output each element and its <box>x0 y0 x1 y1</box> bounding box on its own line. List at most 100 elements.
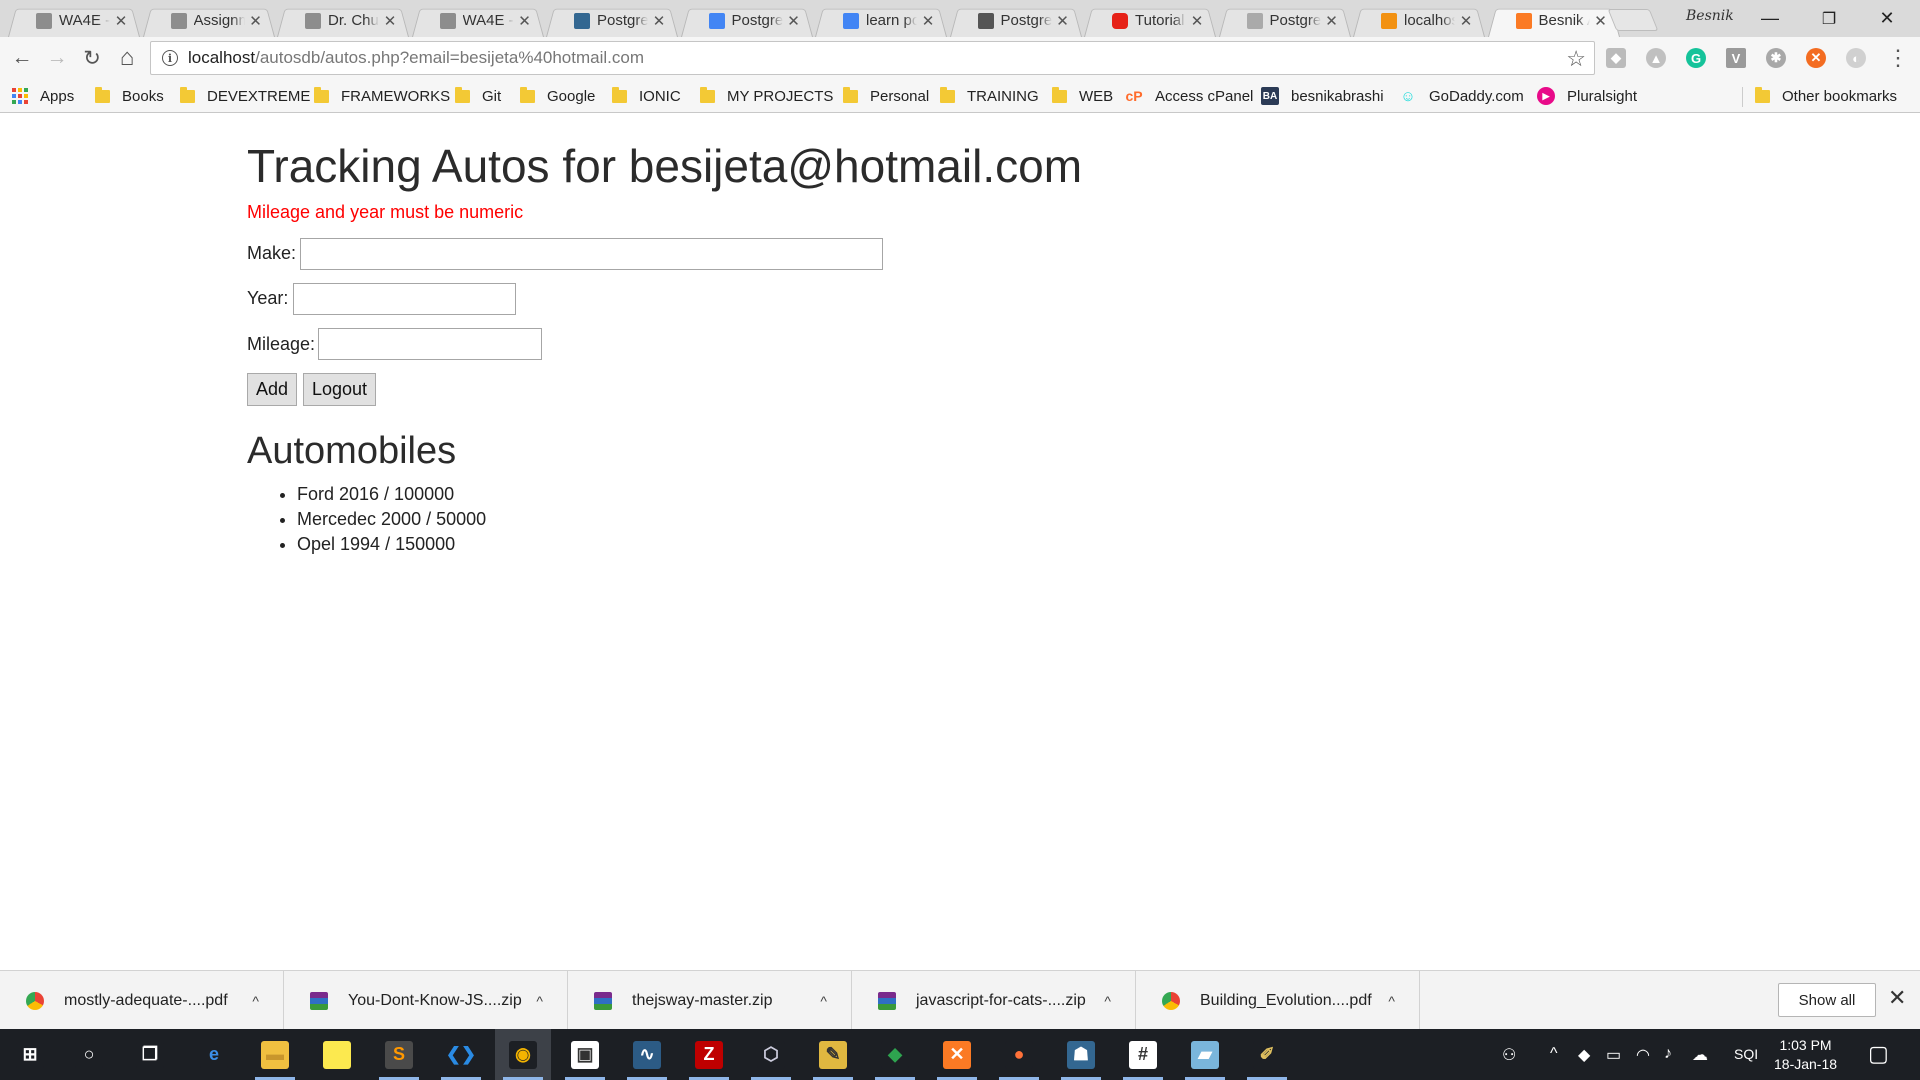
browser-tab[interactable]: Besnik A✕ <box>1487 4 1620 37</box>
bookmark-personal[interactable]: Personal <box>843 85 929 107</box>
browser-tab[interactable]: WA4E - V✕ <box>411 4 544 37</box>
battery-icon[interactable]: ▭ <box>1606 1045 1621 1065</box>
taskbar-edge-button[interactable]: e <box>186 1029 242 1080</box>
taskbar-notepad-button[interactable]: ▰ <box>1177 1029 1233 1080</box>
mileage-input[interactable] <box>318 328 542 360</box>
taskbar-filezilla-button[interactable]: Z <box>681 1029 737 1080</box>
language-indicator[interactable]: SQI <box>1734 1046 1758 1062</box>
download-item[interactable]: You-Dont-Know-JS....zip ^ <box>284 971 568 1030</box>
close-download-shelf-icon[interactable]: ✕ <box>1888 985 1906 1011</box>
minimize-button[interactable]: — <box>1741 0 1799 37</box>
bookmark-git[interactable]: Git <box>455 85 501 107</box>
taskbar-mysql-workbench-button[interactable]: ∿ <box>619 1029 675 1080</box>
browser-tab[interactable]: PostgreS✕ <box>680 4 813 37</box>
download-item[interactable]: javascript-for-cats-....zip ^ <box>852 971 1136 1030</box>
taskbar-app-folder-button[interactable]: ✎ <box>805 1029 861 1080</box>
browser-tab[interactable]: learn po ✕ <box>815 4 947 37</box>
browser-tab[interactable]: Assignm✕ <box>142 4 275 37</box>
bookmark-pluralsight[interactable]: ▶ Pluralsight <box>1537 85 1637 107</box>
chevron-up-icon[interactable]: ^ <box>1388 993 1395 1009</box>
taskbar-xampp-button[interactable]: ✕ <box>929 1029 985 1080</box>
tab-close-icon[interactable]: ✕ <box>1594 12 1608 30</box>
browser-tab[interactable]: WA4E - V✕ <box>8 4 140 37</box>
download-item[interactable]: thejsway-master.zip ^ <box>568 971 852 1030</box>
taskbar-windows-start-button[interactable]: ⊞ <box>2 1029 58 1080</box>
bookmark-other-bookmarks[interactable]: Other bookmarks <box>1755 85 1897 107</box>
bookmark-web[interactable]: WEB <box>1052 85 1113 107</box>
volume-icon[interactable]: ♪ <box>1664 1045 1672 1063</box>
bookmark-frameworks[interactable]: FRAMEWORKS <box>314 85 450 107</box>
drive-extension-icon[interactable]: ▲ <box>1646 48 1666 68</box>
browser-tab[interactable]: Postgres✕ <box>1218 4 1351 37</box>
dropbox-tray-icon[interactable]: ◆ <box>1578 1045 1590 1065</box>
add-button[interactable]: Add <box>247 373 298 406</box>
chevron-up-icon[interactable]: ^ <box>1104 993 1111 1009</box>
bookmark-my-projects[interactable]: MY PROJECTS <box>700 85 833 107</box>
chevron-up-icon[interactable]: ^ <box>252 993 259 1009</box>
chevron-up-icon[interactable]: ^ <box>536 993 543 1009</box>
people-icon[interactable]: ⚇ <box>1502 1045 1516 1065</box>
dropbox-extension-icon[interactable]: ◆ <box>1606 48 1626 68</box>
bookmark-google[interactable]: Google <box>520 85 595 107</box>
bookmark-godaddy-com[interactable]: ☺ GoDaddy.com <box>1399 85 1523 107</box>
chrome-menu-icon[interactable]: ⋮ <box>1885 45 1911 71</box>
home-button[interactable]: ⌂ <box>114 44 140 71</box>
browser-tab[interactable]: PostgreS✕ <box>546 4 678 37</box>
reload-button[interactable]: ↻ <box>79 45 105 71</box>
chevron-up-icon[interactable]: ^ <box>820 993 827 1009</box>
tab-close-icon[interactable]: ✕ <box>787 12 801 30</box>
action-center-icon[interactable]: ▢ <box>1868 1041 1889 1067</box>
taskbar-sticky-notes-button[interactable] <box>309 1029 365 1080</box>
browser-tab[interactable]: localhos ✕ <box>1353 4 1485 37</box>
bookmark-books[interactable]: Books <box>95 85 164 107</box>
tab-close-icon[interactable]: ✕ <box>1056 12 1070 30</box>
bookmark-training[interactable]: TRAINING <box>940 85 1039 107</box>
browser-tab[interactable]: Dr. Chuc✕ <box>277 4 409 37</box>
vue-devtools-extension-icon[interactable]: V <box>1726 48 1746 68</box>
taskbar-file-explorer-button[interactable]: ▬ <box>247 1029 303 1080</box>
close-window-button[interactable]: ✕ <box>1858 0 1916 37</box>
tab-close-icon[interactable]: ✕ <box>114 12 128 30</box>
bookmark-devextreme[interactable]: DEVEXTREME <box>180 85 310 107</box>
taskbar-vscode-button[interactable]: ❮❯ <box>433 1029 489 1080</box>
browser-tab[interactable]: Tutorial ✕ <box>1084 4 1216 37</box>
tray-expand-icon[interactable]: ^ <box>1550 1045 1558 1063</box>
tab-close-icon[interactable]: ✕ <box>1190 12 1204 30</box>
tab-close-icon[interactable]: ✕ <box>652 12 666 30</box>
settings-extension-icon[interactable]: ✱ <box>1766 48 1786 68</box>
xampp-extension-icon[interactable]: ✕ <box>1806 48 1826 68</box>
restore-button[interactable]: ❐ <box>1800 0 1858 37</box>
url-text[interactable]: localhost/autosdb/autos.php?email=besije… <box>188 48 644 68</box>
taskbar-virtualbox-button[interactable]: ⬡ <box>743 1029 799 1080</box>
taskbar-cortana-button[interactable]: ○ <box>61 1029 117 1080</box>
download-item[interactable]: Building_Evolution....pdf ^ <box>1136 971 1420 1030</box>
tab-close-icon[interactable]: ✕ <box>249 12 263 30</box>
forward-button[interactable]: → <box>44 45 70 71</box>
show-all-downloads-button[interactable]: Show all <box>1778 983 1876 1017</box>
download-item[interactable]: mostly-adequate-....pdf ^ <box>0 971 284 1030</box>
logout-button[interactable]: Logout <box>303 373 377 406</box>
taskbar-git-button[interactable]: ◆ <box>867 1029 923 1080</box>
bookmark-apps[interactable]: Apps <box>12 85 74 107</box>
bookmark-access-cpanel[interactable]: cP Access cPanel <box>1125 85 1253 107</box>
site-info-icon[interactable]: i <box>162 50 178 66</box>
tab-close-icon[interactable]: ✕ <box>383 12 397 30</box>
tab-close-icon[interactable]: ✕ <box>1459 12 1473 30</box>
onedrive-icon[interactable]: ☁ <box>1692 1045 1708 1065</box>
wifi-icon[interactable]: ◠ <box>1636 1045 1650 1065</box>
clock[interactable]: 1:03 PM 18-Jan-18 <box>1774 1036 1837 1074</box>
year-input[interactable] <box>293 283 516 315</box>
tab-close-icon[interactable]: ✕ <box>921 12 935 30</box>
profile-name[interactable]: Besnik <box>1686 8 1734 24</box>
taskbar-task-view-button[interactable]: ❐ <box>122 1029 178 1080</box>
taskbar-devextreme-button[interactable]: ▣ <box>557 1029 613 1080</box>
bookmark-besnikabrashi[interactable]: BA besnikabrashi <box>1261 85 1384 107</box>
bookmark-star-icon[interactable]: ☆ <box>1566 46 1586 72</box>
taskbar-chrome-button[interactable]: ◉ <box>495 1029 551 1080</box>
new-tab-button[interactable] <box>1607 9 1659 31</box>
browser-tab[interactable]: PostgreS✕ <box>949 4 1082 37</box>
taskbar-sublime-text-button[interactable]: S <box>371 1029 427 1080</box>
bookmark-ionic[interactable]: IONIC <box>612 85 681 107</box>
taskbar-slack-button[interactable]: # <box>1115 1029 1171 1080</box>
tab-close-icon[interactable]: ✕ <box>1325 12 1339 30</box>
